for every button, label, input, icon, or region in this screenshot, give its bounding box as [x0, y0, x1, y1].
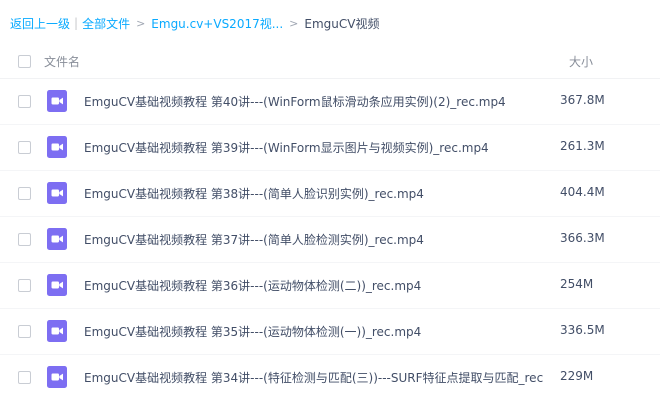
file-row[interactable]: EmguCV基础视频教程 第35讲---(运动物体检测(一))_rec.mp4 … — [0, 309, 660, 355]
file-checkbox[interactable] — [18, 325, 31, 338]
file-checkbox[interactable] — [18, 187, 31, 200]
video-file-icon — [47, 320, 67, 342]
file-name[interactable]: EmguCV基础视频教程 第35讲---(运动物体检测(一))_rec.mp4 — [84, 323, 421, 340]
file-size: 229M — [560, 369, 594, 383]
select-all-checkbox[interactable] — [18, 55, 31, 68]
breadcrumb-parent-folder[interactable]: Emgu.cv+VS2017视... — [151, 15, 283, 32]
file-row[interactable]: EmguCV基础视频教程 第36讲---(运动物体检测(二))_rec.mp4 … — [0, 263, 660, 309]
file-size: 367.8M — [560, 93, 605, 107]
file-size: 336.5M — [560, 323, 605, 337]
video-file-icon — [47, 228, 67, 250]
file-checkbox[interactable] — [18, 95, 31, 108]
file-list-header: 文件名 大小 — [0, 44, 660, 79]
file-size: 254M — [560, 277, 594, 291]
breadcrumb-current-folder: EmguCV视频 — [304, 16, 380, 31]
file-name[interactable]: EmguCV基础视频教程 第40讲---(WinForm鼠标滑动条应用实例)(2… — [84, 93, 506, 110]
file-size: 261.3M — [560, 139, 605, 153]
chevron-right-icon: > — [136, 16, 146, 30]
breadcrumb-divider: | — [74, 16, 79, 30]
file-name[interactable]: EmguCV基础视频教程 第36讲---(运动物体检测(二))_rec.mp4 — [84, 277, 421, 294]
file-name[interactable]: EmguCV基础视频教程 第34讲---(特征检测与匹配(三))---SURF特… — [84, 369, 544, 386]
file-name[interactable]: EmguCV基础视频教程 第38讲---(简单人脸识别实例)_rec.mp4 — [84, 185, 424, 202]
file-checkbox[interactable] — [18, 279, 31, 292]
video-file-icon — [47, 90, 67, 112]
file-size: 404.4M — [560, 185, 605, 199]
file-row[interactable]: EmguCV基础视频教程 第34讲---(特征检测与匹配(三))---SURF特… — [0, 355, 660, 398]
file-checkbox[interactable] — [18, 141, 31, 154]
file-browser: 返回上一级 | 全部文件 > Emgu.cv+VS2017视... > Emgu… — [0, 0, 660, 398]
column-header-size[interactable]: 大小 — [569, 53, 593, 70]
file-checkbox[interactable] — [18, 371, 31, 384]
chevron-right-icon: > — [289, 16, 299, 30]
breadcrumb-all-files[interactable]: 全部文件 — [82, 15, 130, 32]
video-file-icon — [47, 274, 67, 296]
video-file-icon — [47, 182, 67, 204]
back-link[interactable]: 返回上一级 — [10, 15, 70, 32]
file-name[interactable]: EmguCV基础视频教程 第39讲---(WinForm显示图片与视频实例)_r… — [84, 139, 489, 156]
file-row[interactable]: EmguCV基础视频教程 第39讲---(WinForm显示图片与视频实例)_r… — [0, 125, 660, 171]
column-header-name[interactable]: 文件名 — [44, 53, 80, 70]
file-row[interactable]: EmguCV基础视频教程 第37讲---(简单人脸检测实例)_rec.mp4 3… — [0, 217, 660, 263]
breadcrumb: 返回上一级 | 全部文件 > Emgu.cv+VS2017视... > Emgu… — [10, 14, 379, 32]
file-list: EmguCV基础视频教程 第40讲---(WinForm鼠标滑动条应用实例)(2… — [0, 79, 660, 398]
file-name[interactable]: EmguCV基础视频教程 第37讲---(简单人脸检测实例)_rec.mp4 — [84, 231, 424, 248]
video-file-icon — [47, 366, 67, 388]
video-file-icon — [47, 136, 67, 158]
file-row[interactable]: EmguCV基础视频教程 第40讲---(WinForm鼠标滑动条应用实例)(2… — [0, 79, 660, 125]
file-row[interactable]: EmguCV基础视频教程 第38讲---(简单人脸识别实例)_rec.mp4 4… — [0, 171, 660, 217]
file-checkbox[interactable] — [18, 233, 31, 246]
file-size: 366.3M — [560, 231, 605, 245]
